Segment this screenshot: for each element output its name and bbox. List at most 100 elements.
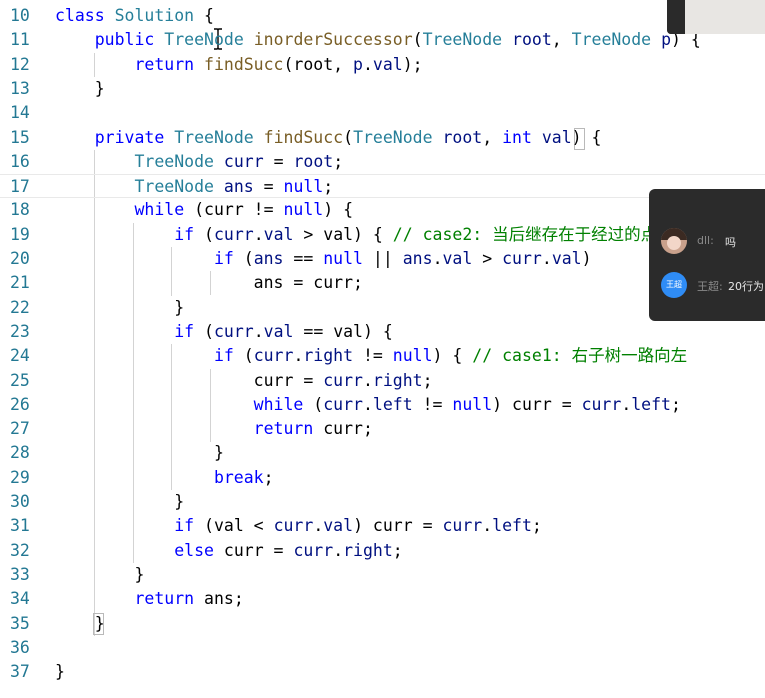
code-token: . (541, 249, 552, 268)
code-line[interactable]: 29 break; (0, 466, 765, 490)
code-line[interactable]: 31 if (val < curr.val) curr = curr.left; (0, 514, 765, 538)
chat-overlay[interactable]: dll: 吗 王超 王超: 20行为 (649, 189, 765, 321)
code-token: } (55, 613, 105, 633)
line-number: 32 (10, 540, 30, 560)
code-token: . (362, 370, 373, 390)
code-token: Solution (114, 6, 195, 25)
line-number: 20 (10, 249, 30, 268)
code-token: ( (313, 394, 324, 414)
line-number: 10 (10, 6, 30, 25)
code-token: ) { (323, 200, 354, 220)
code-line[interactable]: 26 while (curr.left != null) curr = curr… (0, 393, 765, 417)
line-number: 13 (10, 78, 30, 98)
code-token: curr; (323, 419, 373, 439)
code-token: int (502, 127, 532, 147)
code-token: while (55, 200, 195, 220)
code-token: ) (581, 249, 592, 268)
code-text: return curr; (55, 417, 373, 441)
code-line[interactable]: 16 TreeNode curr = root; (0, 150, 765, 174)
code-token: = (253, 177, 284, 197)
code-token: || (363, 249, 403, 268)
code-editor[interactable]: 10 class Solution {11 public TreeNode ino… (0, 0, 765, 698)
line-number: 22 (10, 297, 30, 317)
code-line[interactable]: 23 if (curr.val == val) { (0, 320, 765, 344)
code-text: break; (55, 466, 274, 490)
line-number: 37 (10, 662, 30, 682)
code-line[interactable]: 24 if (curr.right != null) { // case1: 右… (0, 344, 765, 368)
code-token: ( (243, 346, 254, 366)
line-number: 35 (10, 613, 30, 633)
line-number: 24 (10, 346, 30, 366)
code-token: curr (323, 394, 363, 414)
code-text: } (55, 441, 224, 465)
code-token: TreeNode (571, 30, 652, 50)
code-text: } (55, 296, 184, 320)
avatar-face (667, 236, 681, 250)
code-text: curr = curr.right; (55, 369, 433, 393)
line-number: 12 (10, 54, 30, 74)
code-token: root (512, 30, 552, 50)
code-token: null (323, 249, 363, 268)
code-text: if (curr.val > val) { // case2: 当后继存在于经过… (55, 223, 657, 247)
line-number: 14 (10, 103, 30, 123)
code-line[interactable]: 10 class Solution { (0, 4, 765, 28)
code-token: left (372, 394, 413, 414)
code-token: TreeNode (134, 177, 214, 197)
code-line[interactable]: 13 } (0, 77, 765, 101)
code-token: ans (253, 249, 284, 268)
line-number: 17 (10, 177, 30, 197)
code-line[interactable]: 11 public TreeNode inorderSuccessor(Tree… (0, 28, 765, 52)
code-token: TreeNode (164, 30, 244, 50)
code-line[interactable]: 27 return curr; (0, 417, 765, 441)
code-token: (root, (283, 54, 354, 74)
code-token: . (621, 394, 632, 414)
code-token: ( (243, 249, 254, 268)
video-thumbnail[interactable] (667, 0, 765, 34)
code-line[interactable]: 28 } (0, 441, 765, 465)
code-token: curr (502, 249, 542, 268)
code-token: val (323, 516, 354, 536)
code-token: left (631, 394, 671, 414)
line-number: 36 (10, 637, 30, 657)
code-line[interactable]: 12 return findSucc(root, p.val); (0, 53, 765, 77)
code-line[interactable]: 37} (0, 660, 765, 684)
code-line[interactable]: 33 } (0, 563, 765, 587)
code-token: curr (223, 151, 264, 171)
code-line[interactable]: 14 (0, 101, 765, 125)
code-token: class (55, 6, 115, 25)
code-token: return (55, 589, 205, 609)
code-line[interactable]: 35 } (0, 612, 765, 636)
code-token: . (293, 346, 304, 366)
code-token: null (452, 394, 493, 414)
code-line[interactable]: 34 return ans; (0, 587, 765, 611)
code-text: if (val < curr.val) curr = curr.left; (55, 514, 542, 538)
code-text: else curr = curr.right; (55, 539, 403, 563)
line-number: 30 (10, 492, 30, 511)
line-number: 18 (10, 200, 30, 220)
code-line[interactable]: 30 } (0, 490, 765, 514)
code-token: val (263, 321, 294, 341)
code-line[interactable]: 32 else curr = curr.right; (0, 539, 765, 563)
code-text: if (curr.right != null) { // case1: 右子树一… (55, 344, 687, 368)
code-line[interactable]: 36 (0, 636, 765, 660)
code-token: != (353, 346, 393, 366)
code-line[interactable]: 15 private TreeNode findSucc(TreeNode ro… (0, 126, 765, 150)
code-token: if (55, 321, 205, 341)
code-token: curr (213, 321, 254, 341)
code-token: break (55, 467, 264, 487)
code-token: ; (392, 540, 403, 560)
code-token: null (283, 200, 324, 220)
code-token: } (55, 662, 65, 682)
code-token: TreeNode (353, 127, 433, 147)
chat-message-text: 吗 (725, 236, 736, 249)
code-token: curr (323, 370, 363, 390)
code-line[interactable]: 25 curr = curr.right; (0, 369, 765, 393)
code-token: inorderSuccessor (253, 30, 413, 50)
line-number: 31 (10, 516, 30, 536)
code-token: null (283, 177, 324, 197)
line-number: 34 (10, 589, 30, 609)
